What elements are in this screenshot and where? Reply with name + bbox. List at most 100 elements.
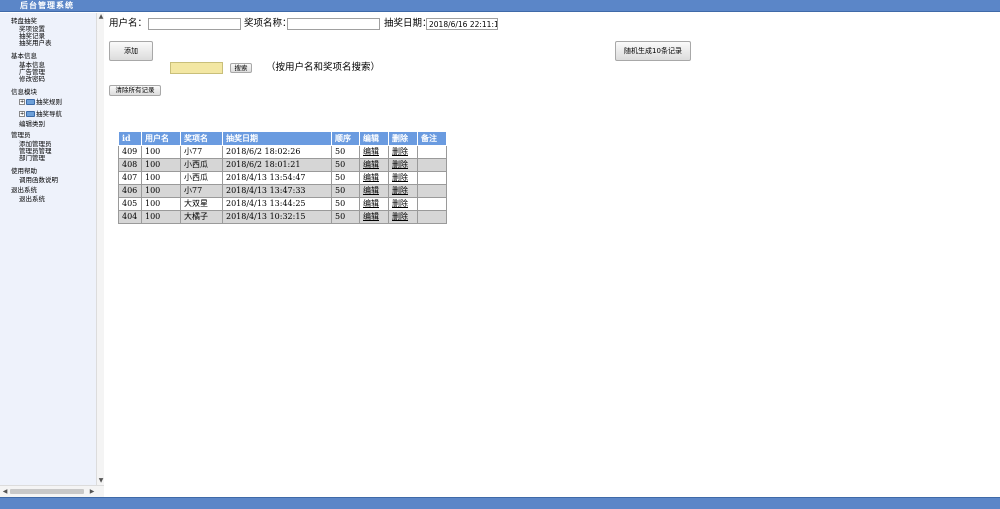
cell-id: 407 [118,171,142,185]
column-header-user: 用户名 [141,131,181,146]
cell-id: 405 [118,197,142,211]
sidebar-group-basic-info[interactable]: 基本信息 [11,53,37,60]
sidebar-group-help[interactable]: 使用帮助 [11,168,37,175]
scrollbar-thumb[interactable] [10,489,84,494]
random-generate-button[interactable]: 随机生成10条记录 [615,41,691,61]
delete-link[interactable]: 删除 [392,160,408,169]
cell-edit: 编辑 [359,171,389,185]
sidebar-item-logout[interactable]: 退出系统 [19,196,45,203]
scroll-up-icon[interactable]: ▲ [97,13,105,21]
sidebar-group-admin[interactable]: 管理员 [11,132,31,139]
scroll-down-icon[interactable]: ▼ [97,477,105,485]
tree-node-label: 抽奖导航 [36,110,62,118]
sidebar-item-function-docs[interactable]: 调用函数说明 [19,177,58,184]
sidebar-group-info-module[interactable]: 信息模块 [11,89,37,96]
cell-edit: 编辑 [359,145,389,159]
table-row: 408 100 小西瓜 2018/6/2 18:01:21 50 编辑 删除 [118,158,447,172]
edit-link[interactable]: 编辑 [363,199,379,208]
prize-name-input[interactable] [287,18,380,30]
folder-icon [26,99,35,105]
column-header-edit: 编辑 [359,131,389,146]
edit-link[interactable]: 编辑 [363,186,379,195]
tree-node-draw-rules[interactable]: + 抽奖规则 [19,99,62,106]
cell-date: 2018/6/2 18:02:26 [222,145,332,159]
table-row: 407 100 小西瓜 2018/4/13 13:54:47 50 编辑 删除 [118,171,447,185]
clear-all-button[interactable]: 清除所有记录 [109,85,161,96]
cell-date: 2018/4/13 10:32:15 [222,210,332,224]
scroll-left-icon[interactable]: ◀ [1,487,9,497]
sidebar-item-change-password[interactable]: 修改密码 [19,76,45,83]
sidebar-menu: 转盘抽奖 奖项设置 抽奖记录 抽奖用户表 基本信息 基本信息 广告管理 修改密码… [0,13,96,485]
edit-link[interactable]: 编辑 [363,173,379,182]
username-input[interactable] [148,18,241,30]
cell-order: 50 [331,145,360,159]
cell-note [417,171,447,185]
app-title: 后台管理系统 [20,1,74,10]
table-header-row: id 用户名 奖项名 抽奖日期 顺序 编辑 删除 备注 [118,131,447,146]
column-header-id: id [118,131,142,146]
expand-icon[interactable]: + [19,99,25,105]
records-table: id 用户名 奖项名 抽奖日期 顺序 编辑 删除 备注 409 100 小77 … [118,131,447,224]
cell-note [417,145,447,159]
sidebar-item-edit-category[interactable]: 编辑类别 [19,121,45,128]
cell-prize: 小77 [180,184,223,198]
tree-node-draw-nav[interactable]: + 抽奖导航 [19,111,62,118]
cell-date: 2018/4/13 13:54:47 [222,171,332,185]
cell-prize: 大双星 [180,197,223,211]
cell-date: 2018/6/2 18:01:21 [222,158,332,172]
edit-link[interactable]: 编辑 [363,212,379,221]
cell-edit: 编辑 [359,197,389,211]
cell-id: 404 [118,210,142,224]
keyword-input[interactable] [170,62,223,74]
sidebar-vertical-scrollbar[interactable]: ▲ ▼ [96,13,104,485]
cell-prize: 大橘子 [180,210,223,224]
cell-user: 100 [141,145,181,159]
cell-edit: 编辑 [359,210,389,224]
column-header-prize: 奖项名 [180,131,223,146]
draw-date-label: 抽奖日期： [384,18,432,29]
table-row: 406 100 小77 2018/4/13 13:47:33 50 编辑 删除 [118,184,447,198]
cell-prize: 小西瓜 [180,171,223,185]
edit-link[interactable]: 编辑 [363,147,379,156]
sidebar-group-logout[interactable]: 退出系统 [11,187,37,194]
delete-link[interactable]: 删除 [392,212,408,221]
delete-link[interactable]: 删除 [392,147,408,156]
sidebar-item-department[interactable]: 部门管理 [19,155,45,162]
cell-note [417,210,447,224]
tree-node-label: 抽奖规则 [36,98,62,106]
column-header-date: 抽奖日期 [222,131,332,146]
delete-link[interactable]: 删除 [392,186,408,195]
sidebar-item-draw-users[interactable]: 抽奖用户表 [19,40,52,47]
cell-delete: 删除 [388,145,418,159]
column-header-order: 顺序 [331,131,360,146]
cell-order: 50 [331,158,360,172]
search-button[interactable]: 搜索 [230,63,252,73]
search-hint: （按用户名和奖项名搜索） [266,62,381,73]
cell-user: 100 [141,184,181,198]
username-label: 用户名： [109,18,148,29]
draw-date-input[interactable] [426,18,498,30]
table-row: 405 100 大双星 2018/4/13 13:44:25 50 编辑 删除 [118,197,447,211]
add-button[interactable]: 添加 [109,41,153,61]
edit-link[interactable]: 编辑 [363,160,379,169]
delete-link[interactable]: 删除 [392,199,408,208]
cell-id: 408 [118,158,142,172]
cell-edit: 编辑 [359,184,389,198]
column-header-note: 备注 [417,131,447,146]
sidebar-group-lottery[interactable]: 转盘抽奖 [11,18,37,25]
cell-delete: 删除 [388,210,418,224]
sidebar-horizontal-scrollbar[interactable]: ◀ ▶ [0,485,104,497]
cell-id: 409 [118,145,142,159]
main-content: 用户名： 奖项名称： 抽奖日期： 添加 随机生成10条记录 搜索 （按用户名和奖… [106,13,1000,497]
cell-user: 100 [141,210,181,224]
bottom-bar [0,497,1000,509]
scroll-right-icon[interactable]: ▶ [88,487,96,497]
expand-icon[interactable]: + [19,111,25,117]
column-header-delete: 删除 [388,131,418,146]
delete-link[interactable]: 删除 [392,173,408,182]
prize-name-label: 奖项名称： [244,18,292,29]
cell-prize: 小77 [180,145,223,159]
cell-order: 50 [331,210,360,224]
top-bar: 后台管理系统 [0,0,1000,12]
cell-note [417,197,447,211]
